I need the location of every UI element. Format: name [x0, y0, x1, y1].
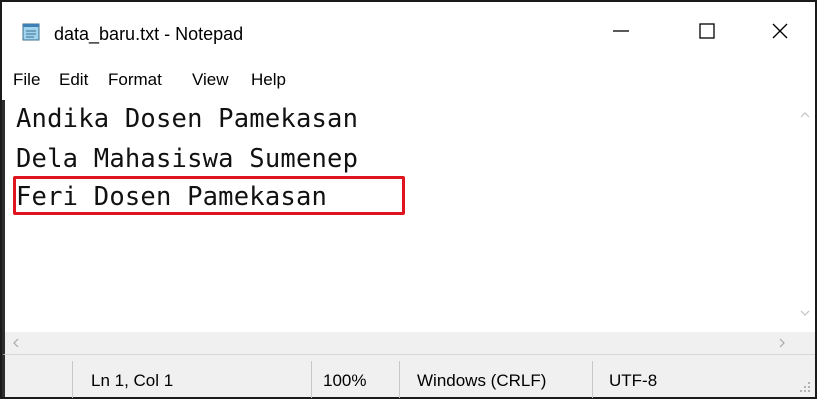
menu-format[interactable]: Format [108, 70, 162, 90]
status-bar: Ln 1, Col 1 100% Windows (CRLF) UTF-8 [2, 354, 815, 398]
maximize-button[interactable] [674, 2, 740, 60]
editor-line[interactable]: Andika Dosen Pamekasan [16, 104, 358, 134]
resize-grip-icon[interactable] [798, 380, 812, 394]
scroll-left-icon[interactable] [11, 337, 21, 349]
status-line-ending: Windows (CRLF) [417, 371, 547, 390]
status-separator [72, 361, 73, 398]
menu-edit[interactable]: Edit [59, 70, 88, 90]
status-encoding: UTF-8 [609, 371, 658, 390]
vertical-scrollbar[interactable] [795, 100, 815, 332]
close-icon [772, 23, 788, 39]
horizontal-scrollbar[interactable] [2, 332, 795, 354]
minimize-icon [613, 30, 629, 32]
title-bar[interactable]: data_baru.txt - Notepad [2, 2, 815, 60]
window-title: data_baru.txt - Notepad [54, 24, 244, 44]
editor-line[interactable]: Dela Mahasiswa Sumenep [16, 144, 358, 174]
scroll-down-icon[interactable] [799, 308, 811, 318]
notepad-icon [22, 23, 40, 41]
text-editor[interactable]: Andika Dosen Pamekasan Dela Mahasiswa Su… [2, 100, 795, 332]
menu-view[interactable]: View [192, 70, 229, 90]
menu-bar: File Edit Format View Help [2, 60, 815, 100]
scroll-right-icon[interactable] [777, 337, 787, 349]
status-cursor-position: Ln 1, Col 1 [91, 371, 174, 390]
notepad-window: data_baru.txt - Notepad File Edit Format… [0, 0, 817, 399]
scrollbar-corner [795, 332, 815, 354]
status-separator [399, 361, 400, 398]
scroll-up-icon[interactable] [799, 110, 811, 120]
menu-file[interactable]: File [13, 70, 40, 90]
minimize-button[interactable] [588, 2, 654, 60]
status-separator [311, 361, 312, 398]
maximize-icon [699, 23, 715, 39]
menu-help[interactable]: Help [251, 70, 286, 90]
close-button[interactable] [747, 2, 813, 60]
status-zoom: 100% [323, 371, 367, 390]
highlight-annotation [13, 176, 405, 215]
status-separator [592, 361, 593, 398]
